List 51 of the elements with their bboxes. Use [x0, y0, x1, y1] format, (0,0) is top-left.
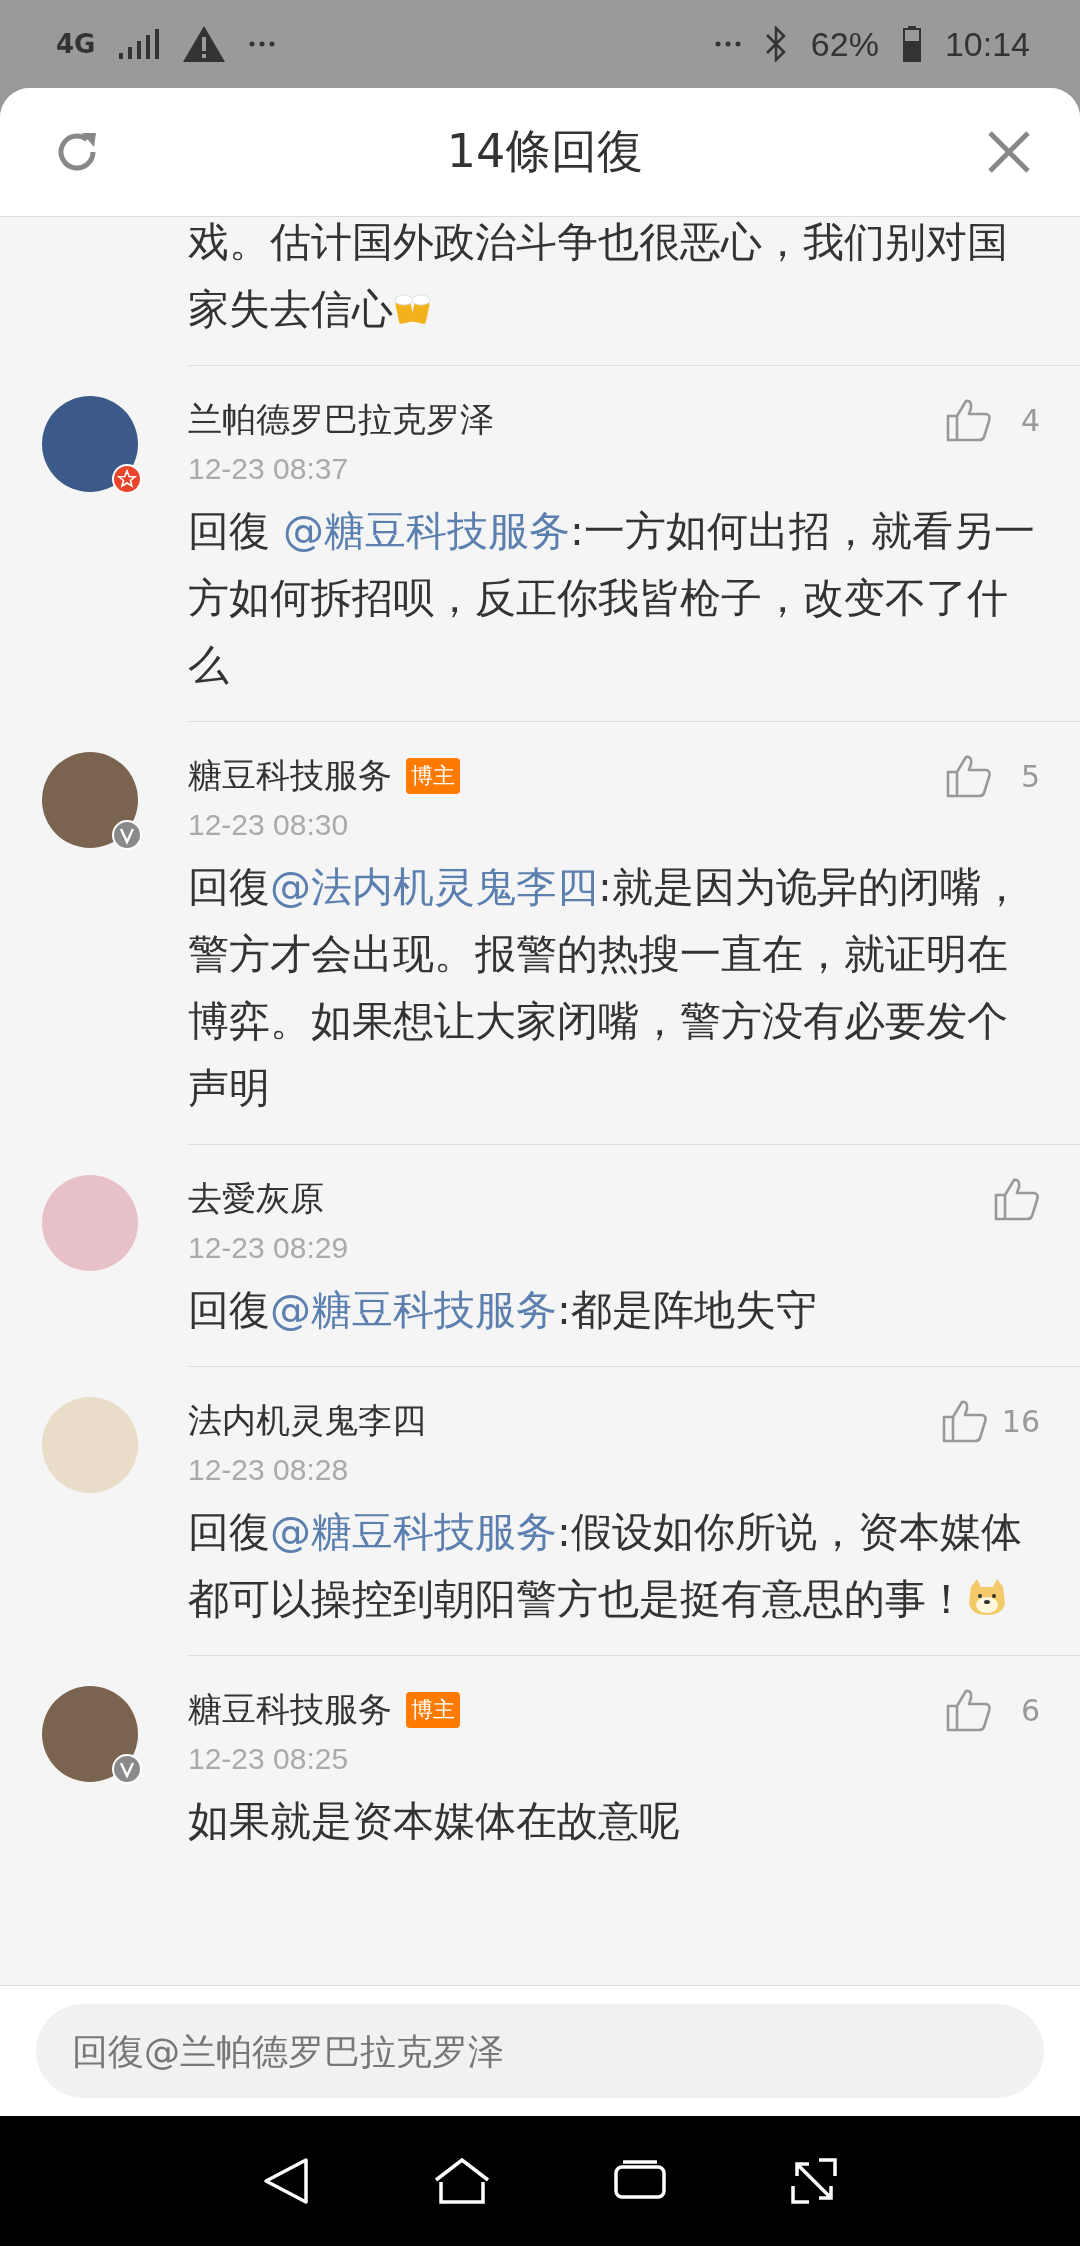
like-count: 4: [1019, 402, 1040, 438]
comment-time: 12-23 08:30: [188, 808, 350, 842]
battery-percent: 62%: [810, 24, 879, 64]
signal-icon: [119, 29, 160, 59]
bluetooth-icon: [764, 26, 787, 62]
like-icon[interactable]: [946, 1688, 992, 1732]
comment-text: 回復 @糖豆科技服务:一方如何出招，就看另一方如何拆招呗，反正你我皆枪子，改变不了什么: [188, 506, 1036, 691]
comment-text: 回復@法内机灵鬼李四:就是因为诡异的闭嘴，警方才会出现。报警的热搜一直在，就证明在博弈。如果想让大家闭嘴，警方没有必要发个声明: [188, 862, 1023, 1114]
comment-text: 戏。估计国外政治斗争也很恶心，我们别对国家失去信心: [188, 217, 1009, 335]
battery-icon: [902, 26, 921, 62]
comment-text: 回復@糖豆科技服务:假设如你所说，资本媒体都可以操控到朝阳警方也是挺有意思的事！: [188, 1507, 1023, 1625]
comment-time: 12-23 08:37: [188, 452, 350, 486]
username[interactable]: 糖豆科技服务: [188, 1687, 392, 1733]
star-badge-icon: [112, 464, 142, 494]
like-count: 6: [1019, 1692, 1040, 1728]
mention-link[interactable]: @法内机灵鬼李四: [270, 863, 598, 911]
like-count: 5: [1019, 758, 1040, 794]
blogger-tag: 博主: [406, 758, 460, 794]
network-type: 4G: [56, 29, 96, 59]
like-icon[interactable]: [946, 398, 992, 442]
verified-badge-icon: [112, 820, 142, 850]
blogger-tag: 博主: [406, 1692, 460, 1728]
back-icon[interactable]: [261, 2156, 311, 2206]
clock: 10:14: [944, 24, 1030, 64]
mention-link[interactable]: @糖豆科技服务: [270, 1286, 557, 1334]
like-count: 16: [1001, 1403, 1040, 1439]
comment-time: 12-23 08:28: [188, 1453, 350, 1487]
username[interactable]: 法内机灵鬼李四: [188, 1398, 426, 1444]
more-icon: [714, 41, 741, 47]
comment-time: 12-23 08:25: [188, 1742, 350, 1776]
mention-link[interactable]: @糖豆科技服务: [270, 1508, 557, 1556]
comment-text: 如果就是资本媒体在故意呢: [188, 1796, 681, 1847]
mention-link[interactable]: @糖豆科技服务: [283, 507, 571, 555]
expand-icon[interactable]: [789, 2156, 839, 2206]
warning-icon: [183, 26, 226, 62]
username[interactable]: 糖豆科技服务: [188, 753, 392, 799]
like-icon[interactable]: [941, 1399, 988, 1443]
more-icon: [249, 41, 276, 47]
close-icon[interactable]: [988, 131, 1030, 173]
reply-input-field[interactable]: 回復@兰帕德罗巴拉克罗泽: [36, 2004, 1044, 2098]
dog-face-icon: [967, 1577, 1007, 1617]
like-icon[interactable]: [994, 1177, 1040, 1221]
username[interactable]: 兰帕德罗巴拉克罗泽: [188, 397, 494, 443]
beer-mugs-icon: [393, 291, 433, 327]
comment-time: 12-23 08:29: [188, 1231, 350, 1265]
verified-badge-icon: [112, 1754, 142, 1784]
sheet-title: 14條回復: [446, 123, 644, 180]
home-icon[interactable]: [433, 2156, 491, 2206]
comment-text: 回復@糖豆科技服务:都是阵地失守: [188, 1285, 818, 1336]
username[interactable]: 去愛灰原: [188, 1176, 324, 1222]
like-icon[interactable]: [946, 754, 992, 798]
